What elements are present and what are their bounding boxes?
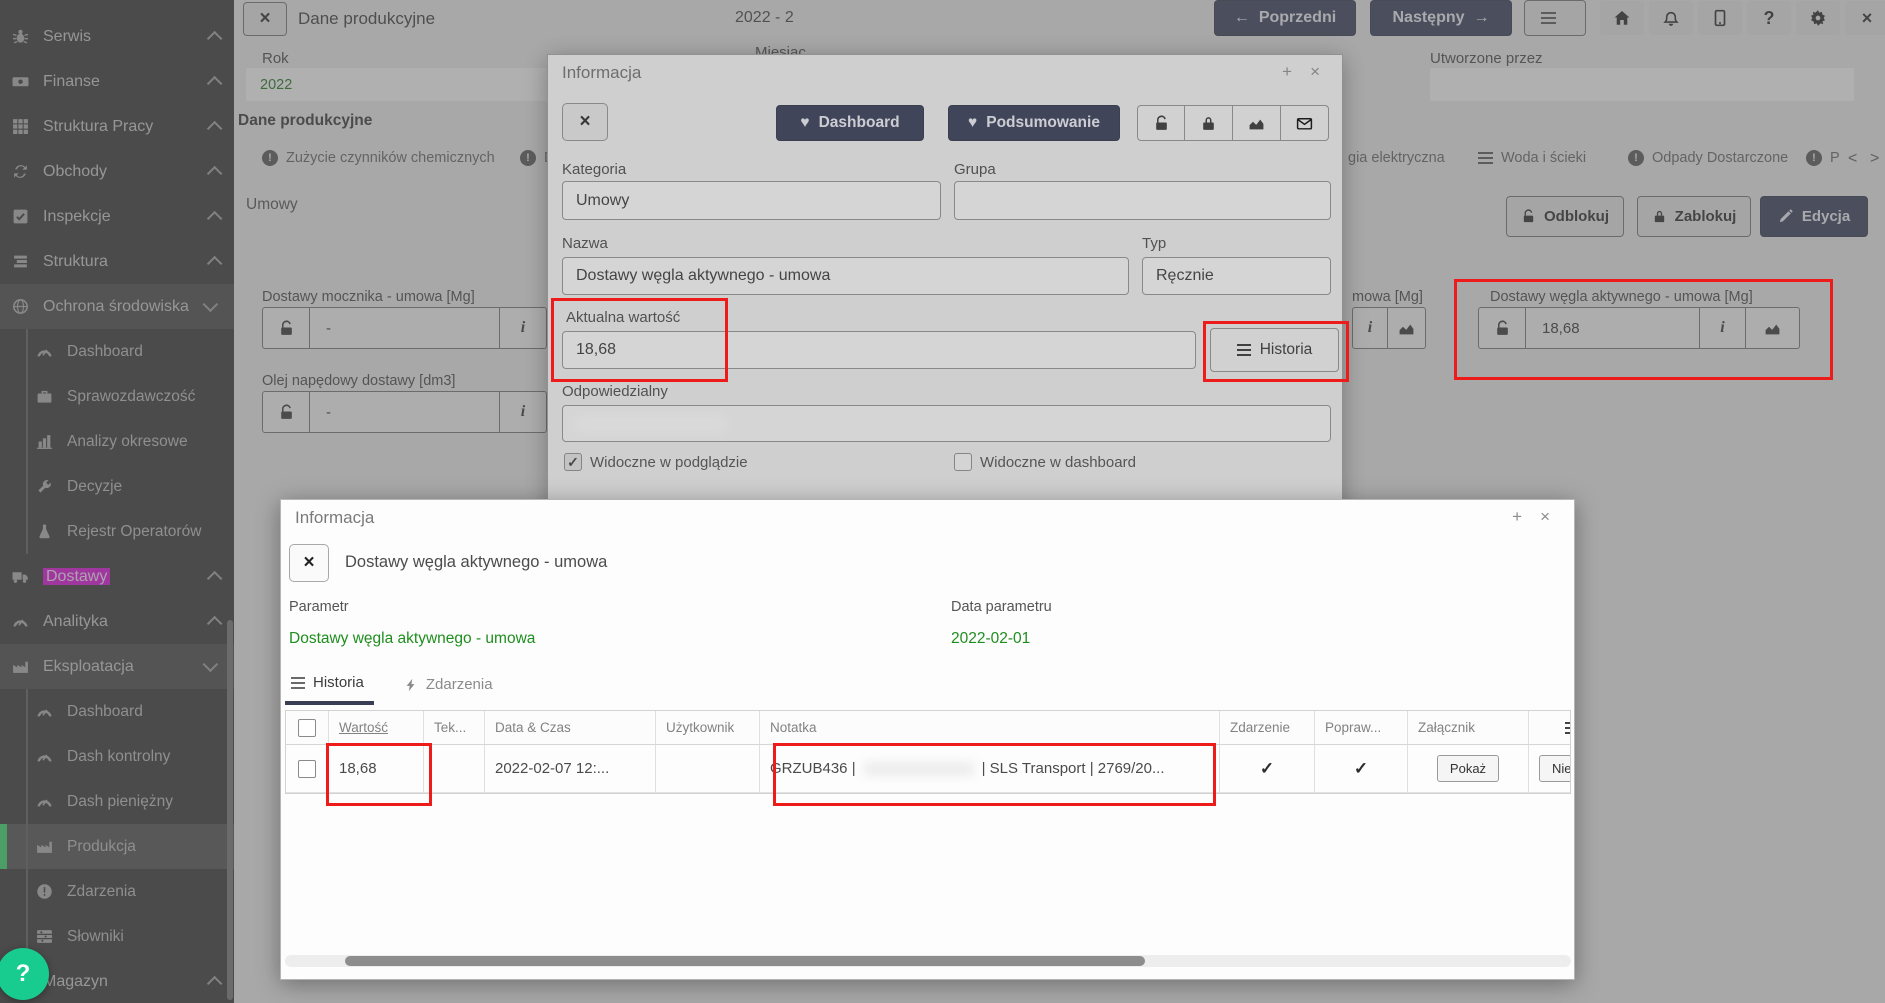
cell-zdarzenie: ✓ — [1220, 745, 1315, 792]
nie-button[interactable]: Nie — [1539, 755, 1571, 782]
column-header-Zdarzenie[interactable]: Zdarzenie — [1220, 711, 1315, 744]
horizontal-scrollbar[interactable] — [285, 955, 1571, 967]
app-window: SerwisFinanseStruktura PracyObchodyInspe… — [0, 0, 1885, 1003]
column-label: Notatka — [770, 720, 817, 735]
column-header-Użytkownik[interactable]: Użytkownik — [656, 711, 760, 744]
notatka-suffix: | SLS Transport | 2769/20... — [982, 760, 1165, 777]
cell-zalacznik: Pokaż — [1408, 745, 1529, 792]
column-header-icon[interactable] — [1529, 711, 1571, 744]
cell-wartosc: 18,68 — [329, 745, 424, 792]
column-label: Popraw... — [1325, 720, 1381, 735]
cell-data-czas: 2022-02-07 12:... — [485, 745, 656, 792]
modal-title: Informacja — [295, 508, 374, 528]
column-label: Załącznik — [1418, 720, 1475, 735]
column-header-Wartość[interactable]: Wartość — [329, 711, 424, 744]
column-header-Załącznik[interactable]: Załącznik — [1408, 711, 1529, 744]
column-header-Popraw...[interactable]: Popraw... — [1315, 711, 1408, 744]
column-label: Użytkownik — [666, 720, 734, 735]
parametr-label: Parametr — [289, 599, 349, 615]
data-parametru-label: Data parametru — [951, 599, 1052, 615]
modal-close-button[interactable]: × — [289, 544, 329, 582]
column-header-icon[interactable] — [286, 711, 329, 744]
redacted-value — [864, 762, 974, 776]
notatka-prefix: GRZUB436 | — [770, 760, 856, 777]
history-table: Wartość Tek... Data & Czas Użytkownik Notatk… — [285, 710, 1571, 794]
parameter-heading: Dostawy węgla aktywnego - umowa — [345, 553, 607, 572]
column-label: Wartość — [339, 720, 388, 735]
column-header-Data & Czas[interactable]: Data & Czas — [485, 711, 656, 744]
cell-notatka: GRZUB436 | | SLS Transport | 2769/20... — [760, 745, 1220, 792]
table-row: 18,68 2022-02-07 12:... GRZUB436 | | SLS Tr… — [286, 745, 1571, 793]
column-header-Tek...[interactable]: Tek... — [424, 711, 485, 744]
tab-zdarzenia[interactable]: Zdarzenia — [398, 668, 503, 705]
column-label: Data & Czas — [495, 720, 571, 735]
close-icon[interactable]: × — [1534, 506, 1556, 528]
tab-historia[interactable]: Historia — [285, 668, 374, 705]
lightning-icon — [404, 678, 418, 692]
check-icon: ✓ — [1354, 759, 1368, 779]
column-label: Tek... — [434, 720, 466, 735]
pokaz-button[interactable]: Pokaż — [1437, 755, 1499, 782]
expand-icon[interactable]: + — [1506, 506, 1528, 528]
history-tabs: Historia Zdarzenia — [285, 668, 503, 705]
scrollbar-thumb[interactable] — [345, 956, 1145, 966]
cell-uzytkownik — [656, 745, 760, 792]
columns-menu-icon[interactable] — [1565, 722, 1571, 734]
select-all-checkbox[interactable] — [298, 719, 316, 737]
cell-popraw: ✓ — [1315, 745, 1408, 792]
column-header-Notatka[interactable]: Notatka — [760, 711, 1220, 744]
informacja-modal-history: Informacja + × × Dostawy węgla aktywnego… — [280, 499, 1575, 980]
list-icon — [291, 677, 305, 689]
column-label: Zdarzenie — [1230, 720, 1290, 735]
table-header-row: Wartość Tek... Data & Czas Użytkownik Notatk… — [286, 711, 1571, 745]
cell-extra: Nie — [1529, 745, 1571, 792]
cell-tekst — [424, 745, 485, 792]
parametr-value[interactable]: Dostawy węgla aktywnego - umowa — [289, 630, 535, 648]
data-parametru-value[interactable]: 2022-02-01 — [951, 630, 1030, 648]
check-icon: ✓ — [1260, 759, 1274, 779]
row-checkbox[interactable] — [298, 760, 316, 778]
